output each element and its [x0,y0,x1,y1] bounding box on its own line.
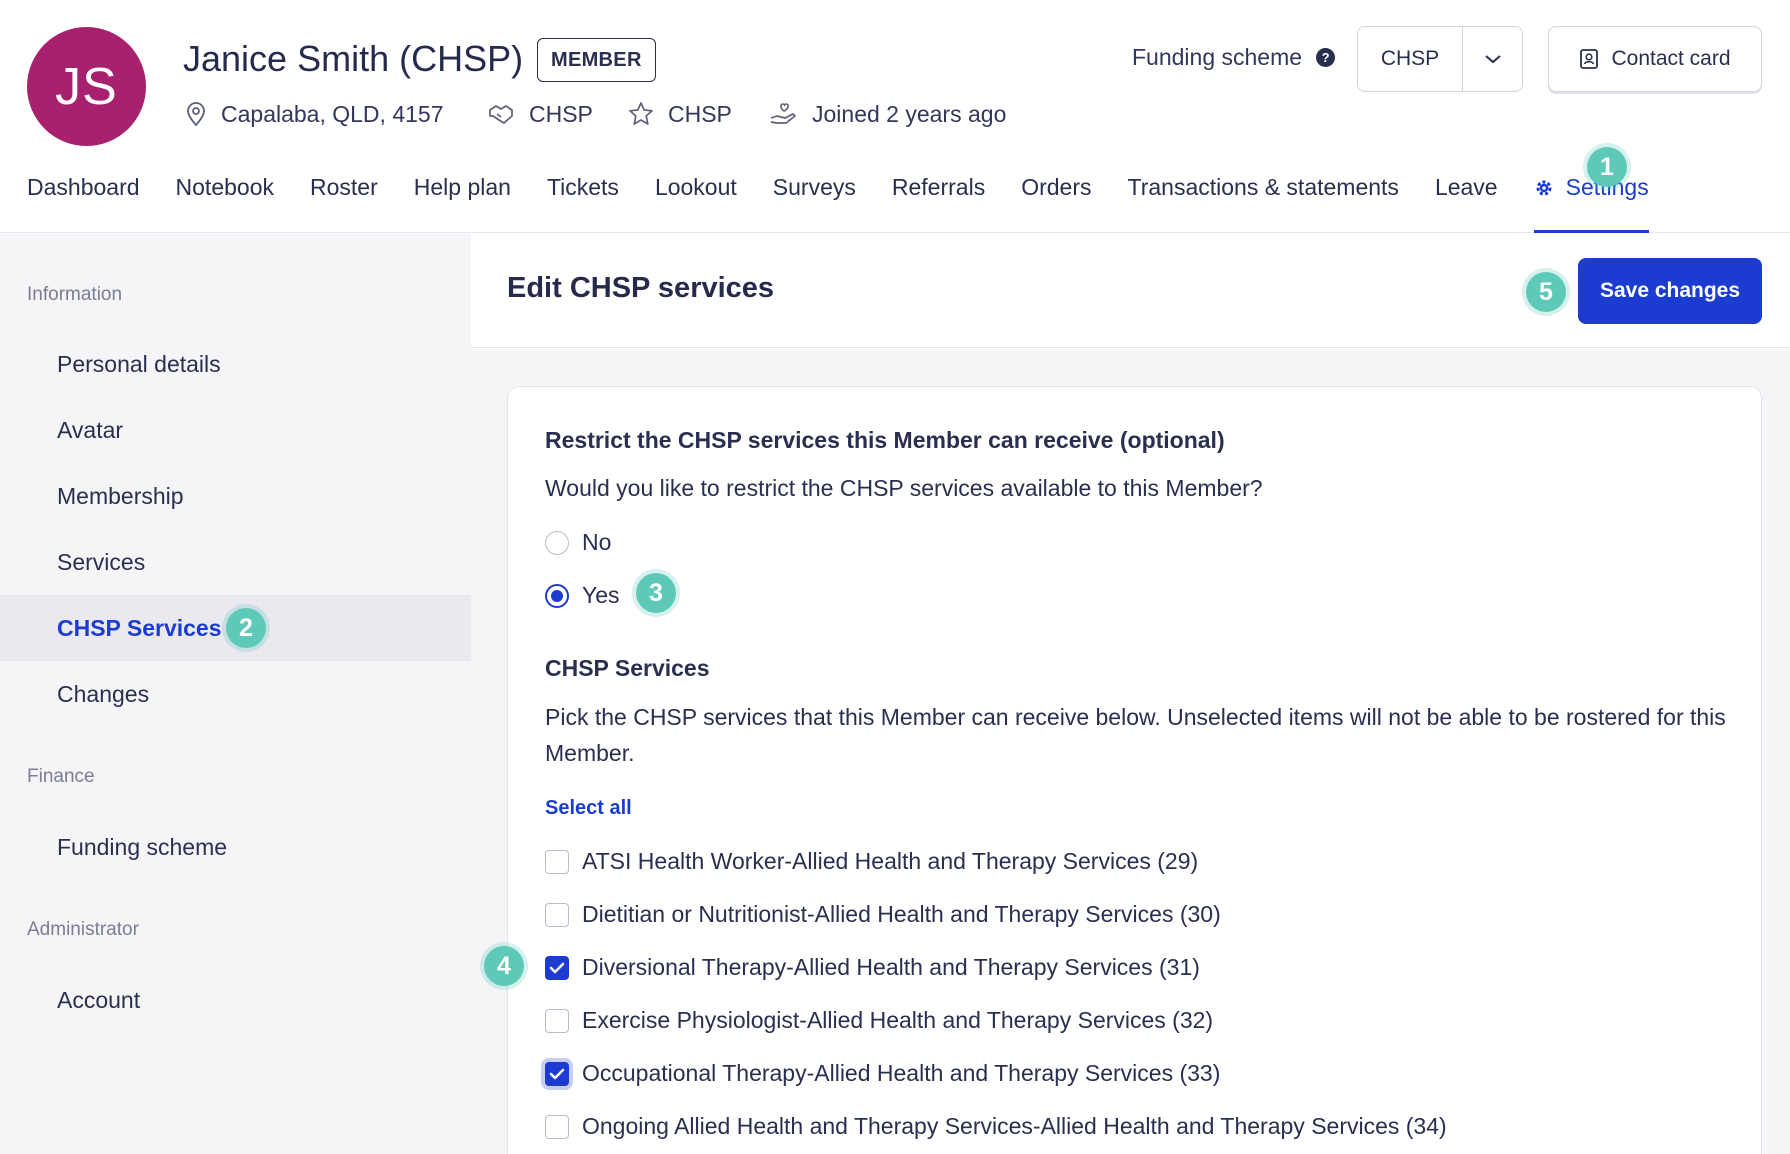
page-title: Edit CHSP services [507,272,775,304]
contact-card-button[interactable]: Contact card [1548,26,1762,92]
service-item[interactable]: Dietitian or Nutritionist-Allied Health … [545,901,1221,928]
service-checkbox[interactable] [545,955,569,980]
sidebar-item-funding-scheme[interactable]: Funding scheme [0,814,471,880]
service-checkbox[interactable] [545,902,569,927]
settings-sidebar: Information Personal details Avatar Memb… [0,234,471,1154]
member-badge: MEMBER [537,38,656,82]
service-item[interactable]: Diversional Therapy-Allied Health and Th… [545,954,1200,981]
sidebar-section-finance: Finance [27,766,95,787]
select-all-link[interactable]: Select all [545,797,632,820]
service-label: Dietitian or Nutritionist-Allied Health … [582,901,1221,927]
joined-meta: Joined 2 years ago [768,97,1006,131]
sidebar-item-personal-details[interactable]: Personal details [0,331,471,397]
location-text: Capalaba, QLD, 4157 [221,100,444,127]
funding-label-text: Funding scheme [1132,44,1303,70]
contact-card-label: Contact card [1611,47,1731,70]
scheme-text-b: CHSP [668,100,732,127]
step-badge-4: 4 [484,946,524,986]
service-label: ATSI Health Worker-Allied Health and The… [582,848,1199,874]
scheme-text-a: CHSP [529,100,593,127]
radio-yes[interactable] [545,583,569,608]
contact-card-icon [1580,49,1599,69]
tab-lookout[interactable]: Lookout [655,170,737,233]
sidebar-section-administrator: Administrator [27,919,139,940]
sidebar-item-account[interactable]: Account [0,967,471,1033]
sidebar-item-services[interactable]: Services [0,529,471,595]
sidebar-item-chsp-services-label: CHSP Services [57,614,222,641]
services-title: CHSP Services [545,655,710,681]
restrict-question: Would you like to restrict the CHSP serv… [545,475,1263,501]
save-changes-button[interactable]: Save changes [1578,258,1762,324]
tab-roster[interactable]: Roster [310,170,378,233]
main-content: Restrict the CHSP services this Member c… [471,349,1790,1154]
step-badge-3: 3 [636,573,676,613]
sidebar-item-avatar[interactable]: Avatar [0,397,471,463]
profile-header: JS Janice Smith (CHSP) MEMBER Capalaba, … [0,0,1790,233]
service-label: Diversional Therapy-Allied Health and Th… [582,954,1200,980]
main-header: Edit CHSP services Save changes [471,234,1790,348]
service-label: Exercise Physiologist-Allied Health and … [582,1007,1214,1033]
radio-option-yes[interactable]: Yes [545,582,620,609]
sidebar-section-information: Information [27,284,123,305]
avatar: JS [27,27,146,146]
step-badge-2: 2 [226,608,266,648]
chevron-down-icon [1484,55,1501,64]
gear-icon [1536,180,1552,196]
tab-notebook[interactable]: Notebook [176,170,274,233]
sidebar-item-membership[interactable]: Membership [0,463,471,529]
handshake-icon [489,105,513,124]
sidebar-item-changes[interactable]: Changes [0,661,471,727]
scheme-meta-a: CHSP [487,97,593,131]
services-description: Pick the CHSP services that this Member … [545,704,1726,766]
funding-scheme-select[interactable]: CHSP [1357,26,1523,92]
tab-orders[interactable]: Orders [1021,170,1091,233]
service-label: Occupational Therapy-Allied Health and T… [582,1060,1221,1086]
step-badge-1: 1 [1587,147,1627,187]
funding-dropdown-toggle[interactable] [1463,27,1522,91]
tab-dashboard[interactable]: Dashboard [27,170,140,233]
check-icon [549,962,565,973]
service-item[interactable]: ATSI Health Worker-Allied Health and The… [545,848,1198,875]
service-item[interactable]: Ongoing Allied Health and Therapy Servic… [545,1113,1447,1140]
scheme-meta-b: CHSP [628,97,732,131]
tab-referrals[interactable]: Referrals [892,170,985,233]
radio-option-no[interactable]: No [545,529,611,556]
service-checkbox[interactable] [545,1008,569,1033]
location: Capalaba, QLD, 4157 [185,97,444,131]
radio-yes-label: Yes [582,582,620,608]
funding-scheme-label: Funding scheme ? [1132,44,1336,71]
radio-no[interactable] [545,530,569,555]
main-nav: Dashboard Notebook Roster Help plan Tick… [27,170,1685,233]
tab-leave[interactable]: Leave [1435,170,1498,233]
tab-tickets[interactable]: Tickets [547,170,619,233]
service-checkbox[interactable] [545,849,569,874]
help-icon[interactable]: ? [1316,48,1336,67]
joined-text: Joined 2 years ago [812,100,1007,127]
location-pin-icon [187,102,205,127]
service-item[interactable]: Exercise Physiologist-Allied Health and … [545,1007,1213,1034]
radio-no-label: No [582,529,612,555]
restrict-title: Restrict the CHSP services this Member c… [545,427,1225,453]
hand-heart-icon [770,103,796,124]
chsp-services-card: Restrict the CHSP services this Member c… [507,386,1762,1154]
member-name: Janice Smith (CHSP) [183,38,524,79]
step-badge-5: 5 [1526,272,1566,312]
tab-help-plan[interactable]: Help plan [414,170,511,233]
service-checkbox[interactable] [545,1114,569,1139]
funding-scheme-value[interactable]: CHSP [1358,27,1463,91]
tab-surveys[interactable]: Surveys [773,170,856,233]
service-item[interactable]: Occupational Therapy-Allied Health and T… [545,1060,1220,1087]
star-icon [629,102,653,125]
service-checkbox[interactable] [545,1061,569,1086]
tab-transactions[interactable]: Transactions & statements [1128,170,1399,233]
check-icon [549,1068,565,1079]
service-label: Ongoing Allied Health and Therapy Servic… [582,1113,1447,1139]
